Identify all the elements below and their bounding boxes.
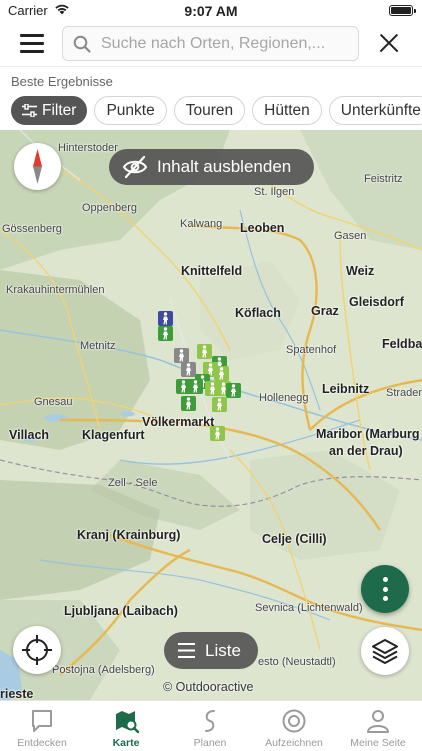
tab-plan[interactable]: Planen bbox=[168, 701, 252, 751]
crosshair-icon bbox=[22, 635, 52, 665]
hiking-poi-marker[interactable] bbox=[188, 379, 203, 394]
chip-points[interactable]: Punkte bbox=[94, 96, 167, 125]
place-label: Villach bbox=[9, 428, 50, 442]
place-label: Leibnitz bbox=[322, 382, 370, 396]
search-input[interactable] bbox=[99, 31, 354, 57]
place-label: Völkermarkt bbox=[142, 415, 215, 429]
hiking-poi-marker[interactable] bbox=[158, 326, 173, 341]
tab-map[interactable]: Karte bbox=[84, 701, 168, 751]
place-label: Graz bbox=[311, 304, 339, 318]
layers-icon bbox=[372, 639, 398, 664]
hide-content-label: Inhalt ausblenden bbox=[157, 157, 292, 176]
chip-huts[interactable]: Hütten bbox=[252, 96, 322, 125]
place-label: Ljubljana (Laibach) bbox=[64, 604, 178, 618]
map-view[interactable]: Hinterstoder Feistritz St. Ilgen Oppenbe… bbox=[0, 130, 422, 700]
place-label: St. Ilgen bbox=[254, 186, 295, 198]
place-label: Hinterstoder bbox=[58, 142, 118, 154]
place-label: Spatenhof bbox=[286, 344, 337, 356]
status-bar: Carrier 9:07 AM bbox=[0, 0, 422, 22]
tab-discover[interactable]: Entdecken bbox=[0, 701, 84, 751]
hiking-poi-marker[interactable] bbox=[158, 311, 173, 326]
place-label: Klagenfurt bbox=[82, 428, 145, 442]
compass-icon bbox=[33, 149, 42, 184]
hiking-poi-marker[interactable] bbox=[181, 396, 196, 411]
place-label: esto (Neustadtl) bbox=[258, 656, 336, 668]
eye-off-icon bbox=[122, 155, 148, 179]
list-icon bbox=[178, 643, 195, 658]
filter-chips: Filter Punkte Touren Hütten Unterkünfte bbox=[11, 96, 422, 125]
tab-label: Planen bbox=[193, 737, 227, 749]
hiking-poi-marker[interactable] bbox=[226, 383, 241, 398]
place-label: Gasen bbox=[334, 230, 367, 242]
place-label: Gleisdorf bbox=[349, 295, 404, 309]
place-label: Feistritz bbox=[364, 173, 403, 185]
search-bar[interactable] bbox=[62, 26, 359, 61]
tab-label: Karte bbox=[112, 737, 140, 749]
map-layers-button[interactable] bbox=[361, 627, 409, 675]
results-area: Beste Ergebnisse Filter Punkte Touren Hütte… bbox=[0, 66, 422, 130]
place-label: Feldbac bbox=[382, 337, 422, 351]
tab-label: Meine Seite bbox=[350, 737, 406, 749]
place-label: Celje (Cilli) bbox=[262, 532, 327, 546]
close-button[interactable] bbox=[378, 32, 400, 54]
map-icon bbox=[116, 711, 139, 734]
place-label: Oppenberg bbox=[82, 202, 138, 214]
hiking-poi-marker[interactable] bbox=[181, 362, 196, 377]
place-label: an der Drau) bbox=[329, 444, 403, 458]
place-label: Sevnica (Lichtenwald) bbox=[255, 602, 363, 614]
hiking-poi-marker[interactable] bbox=[212, 397, 227, 412]
battery-icon bbox=[389, 5, 416, 16]
tab-label: Aufzeichnen bbox=[265, 737, 323, 749]
more-options-button[interactable] bbox=[361, 565, 409, 613]
place-label: Straden bbox=[386, 387, 422, 399]
clock: 9:07 AM bbox=[184, 3, 238, 19]
search-header bbox=[0, 22, 422, 66]
place-label: Postojna (Adelsberg) bbox=[52, 664, 155, 676]
place-label: Gnesau bbox=[34, 396, 73, 408]
place-label: Zell - Sele bbox=[108, 477, 158, 489]
tab-record[interactable]: Aufzeichnen bbox=[252, 701, 336, 751]
place-label: rieste bbox=[0, 687, 34, 700]
list-label: Liste bbox=[205, 641, 241, 660]
hide-content-button[interactable]: Inhalt ausblenden bbox=[109, 149, 314, 185]
sliders-icon bbox=[22, 103, 37, 118]
place-label: Weiz bbox=[346, 264, 375, 278]
place-label: Gössenberg bbox=[2, 223, 62, 235]
place-label: Hollenegg bbox=[259, 392, 309, 404]
place-label: Krakauhintermühlen bbox=[6, 284, 105, 296]
tab-profile[interactable]: Meine Seite bbox=[336, 701, 420, 751]
route-icon bbox=[205, 710, 215, 732]
place-label: Knittelfeld bbox=[181, 264, 243, 278]
tab-bar: Entdecken Karte Planen Aufzeichnen Meine… bbox=[0, 700, 422, 750]
profile-icon bbox=[367, 710, 389, 733]
place-label: Leoben bbox=[240, 221, 285, 235]
tab-label: Entdecken bbox=[17, 737, 67, 749]
place-label: Maribor (Marburg bbox=[316, 427, 420, 441]
chip-accommodations[interactable]: Unterkünfte bbox=[328, 96, 422, 125]
place-label: Kranj (Krainburg) bbox=[77, 528, 181, 542]
place-label: Köflach bbox=[235, 306, 281, 320]
menu-button[interactable] bbox=[20, 32, 44, 54]
record-icon bbox=[282, 709, 306, 733]
hiking-poi-marker[interactable] bbox=[210, 426, 225, 441]
hiking-poi-marker[interactable] bbox=[174, 348, 189, 363]
place-label: Kalwang bbox=[180, 218, 223, 230]
hiking-poi-marker[interactable] bbox=[214, 366, 229, 381]
filter-chip-label: Filter bbox=[42, 102, 77, 119]
search-icon bbox=[73, 35, 91, 53]
hiking-poi-marker[interactable] bbox=[197, 344, 212, 359]
place-label: Metnitz bbox=[80, 340, 116, 352]
list-button[interactable]: Liste bbox=[164, 632, 258, 669]
locate-me-button[interactable] bbox=[13, 626, 61, 674]
discover-icon bbox=[32, 710, 52, 732]
chip-tours[interactable]: Touren bbox=[173, 96, 246, 125]
map-attribution: © Outdooractive bbox=[163, 680, 254, 694]
compass-button[interactable] bbox=[14, 143, 61, 190]
results-label: Beste Ergebnisse bbox=[11, 74, 113, 89]
filter-chip[interactable]: Filter bbox=[11, 96, 88, 125]
